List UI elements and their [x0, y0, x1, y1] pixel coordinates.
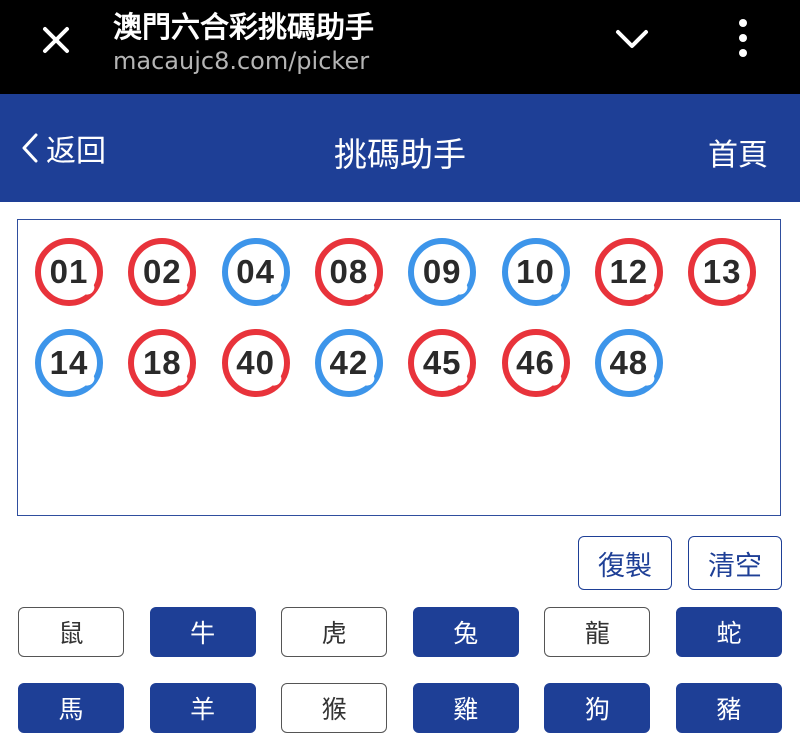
zodiac-button[interactable]: 鼠 — [18, 607, 124, 657]
zodiac-button[interactable]: 雞 — [412, 683, 519, 733]
browser-toolbar: 澳門六合彩挑碼助手 macaujc8.com/picker — [0, 0, 800, 94]
page-title: 挑碼助手 — [334, 135, 466, 174]
number-ball[interactable]: 46 — [501, 329, 570, 397]
app-header: 返回 挑碼助手 首頁 — [0, 94, 800, 202]
number-ball[interactable]: 13 — [688, 238, 757, 306]
zodiac-button[interactable]: 牛 — [149, 607, 256, 657]
zodiac-button[interactable]: 猴 — [281, 683, 388, 733]
number-ball[interactable]: 04 — [221, 238, 290, 306]
number-ball[interactable]: 42 — [314, 329, 383, 397]
ball-number: 46 — [516, 344, 555, 381]
ball-number: 01 — [49, 253, 89, 290]
zodiac-button[interactable]: 馬 — [18, 683, 124, 733]
ball-number: 14 — [49, 344, 89, 381]
ball-number: 42 — [329, 344, 369, 381]
number-ball[interactable]: 45 — [408, 329, 477, 397]
number-ball[interactable]: 48 — [594, 329, 663, 397]
clear-button[interactable]: 清空 — [688, 536, 782, 590]
zodiac-button[interactable]: 羊 — [149, 683, 256, 733]
browser-url[interactable]: macaujc8.com/picker — [113, 47, 369, 75]
number-ball[interactable]: 01 — [35, 238, 103, 306]
ball-number: 40 — [236, 344, 275, 381]
ball-number: 09 — [422, 253, 462, 290]
number-ball[interactable]: 14 — [35, 329, 103, 397]
number-ball[interactable]: 40 — [221, 329, 290, 397]
number-ball[interactable]: 09 — [408, 238, 477, 306]
copy-button[interactable]: 復製 — [578, 536, 672, 590]
zodiac-button[interactable]: 虎 — [281, 607, 388, 657]
zodiac-button[interactable]: 豬 — [676, 683, 782, 733]
more-options-icon[interactable] — [730, 16, 756, 60]
number-ball[interactable]: 12 — [594, 238, 663, 306]
ball-number: 04 — [236, 253, 275, 290]
ball-number: 13 — [702, 253, 742, 290]
zodiac-button[interactable]: 蛇 — [676, 607, 782, 657]
ball-number: 18 — [142, 344, 182, 381]
number-ball[interactable]: 10 — [501, 238, 570, 306]
ball-number: 10 — [516, 253, 555, 290]
selected-numbers-panel: 01 02 04 08 09 10 12 13 14 18 40 42 45 46 48 — [17, 219, 781, 516]
zodiac-button[interactable]: 龍 — [544, 607, 651, 657]
close-icon[interactable] — [38, 22, 74, 58]
zodiac-button[interactable]: 兔 — [412, 607, 519, 657]
chevron-down-icon[interactable] — [612, 22, 652, 56]
number-ball[interactable]: 18 — [128, 329, 197, 397]
number-ball[interactable]: 08 — [314, 238, 383, 306]
ball-number: 12 — [609, 253, 649, 290]
number-ball[interactable]: 02 — [128, 238, 197, 306]
ball-number: 48 — [609, 344, 649, 381]
zodiac-button[interactable]: 狗 — [544, 683, 651, 733]
ball-number: 08 — [329, 253, 369, 290]
home-link[interactable]: 首頁 — [708, 130, 768, 174]
ball-number: 02 — [142, 253, 182, 290]
browser-page-title: 澳門六合彩挑碼助手 — [113, 10, 375, 44]
ball-number: 45 — [422, 344, 462, 381]
